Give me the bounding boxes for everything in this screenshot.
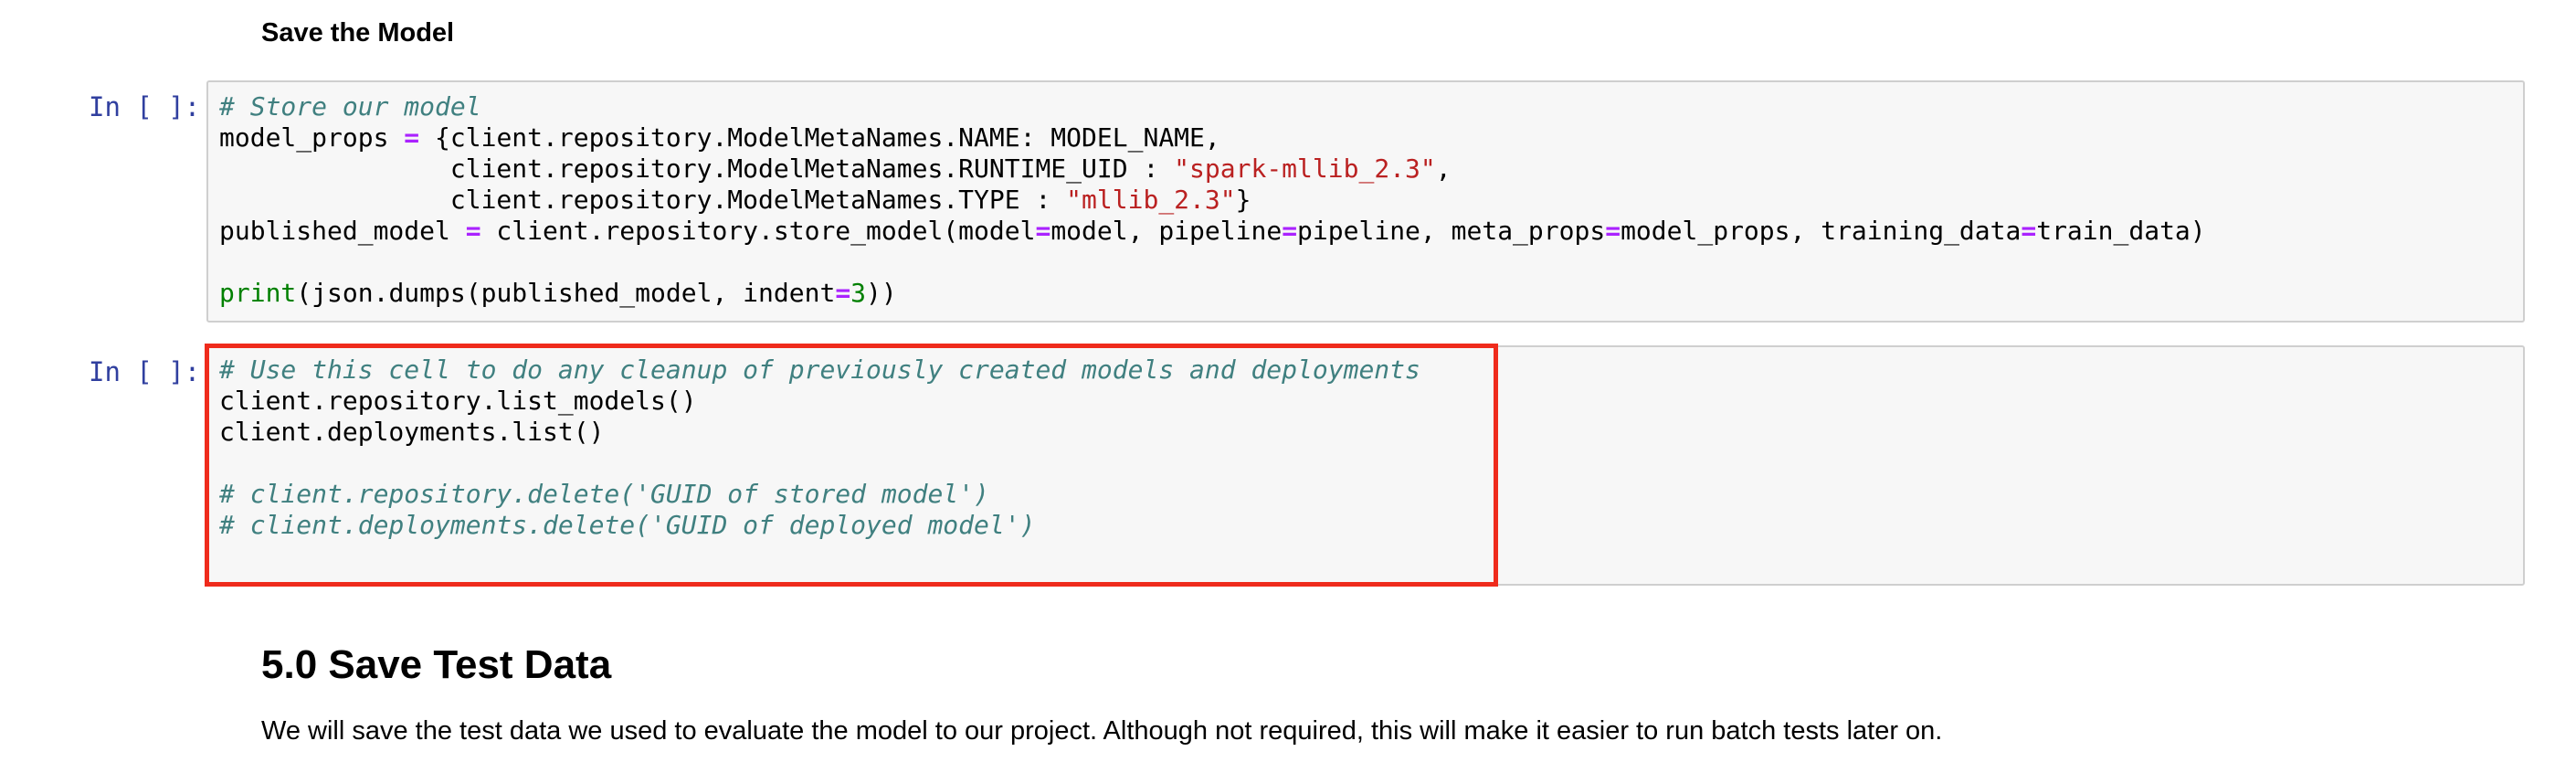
code-token: = (465, 216, 481, 246)
markdown-subheading-save-the-model: Save the Model (261, 18, 455, 48)
code-token: } (1235, 185, 1251, 215)
code-token: client.repository.ModelMetaNames.TYPE : (219, 185, 1067, 215)
code-token: train_data) (2036, 216, 2206, 246)
code-token: = (1035, 216, 1051, 246)
markdown-heading-save-test-data: 5.0 Save Test Data (261, 642, 612, 687)
code-token: published_model (219, 216, 466, 246)
code-line: client.repository.ModelMetaNames.RUNTIME… (219, 153, 1452, 184)
code-line: client.repository.ModelMetaNames.TYPE : … (219, 185, 1251, 215)
code-token: print (219, 278, 297, 308)
code-token: # Store our model (219, 91, 481, 122)
code-line: # Store our model (219, 91, 481, 122)
code-token: client.repository.ModelMetaNames.RUNTIME… (219, 153, 1175, 184)
code-cell-1-source[interactable]: # Store our model model_props = {client.… (219, 91, 2206, 309)
code-token: = (2021, 216, 2037, 246)
code-token: model, pipeline (1050, 216, 1283, 246)
cell-2-prompt: In [ ]: (89, 356, 201, 387)
code-token: model_props (219, 122, 405, 153)
code-token: client.repository.store_model(model (480, 216, 1036, 246)
code-token: 3 (850, 278, 867, 308)
code-line: model_props = {client.repository.ModelMe… (219, 122, 1220, 153)
code-token: model_props, training_data (1621, 216, 2022, 246)
markdown-paragraph: We will save the test data we used to ev… (261, 716, 1943, 746)
code-line: published_model = client.repository.stor… (219, 216, 2206, 246)
code-token: = (404, 122, 420, 153)
code-token: = (1605, 216, 1621, 246)
code-token: = (835, 278, 851, 308)
code-token: pipeline, meta_props (1297, 216, 1606, 246)
highlight-box (205, 344, 1498, 587)
code-token: = (1282, 216, 1298, 246)
code-token: )) (866, 278, 897, 308)
cell-1-prompt: In [ ]: (89, 91, 201, 122)
code-cell-store-model[interactable]: # Store our model model_props = {client.… (206, 80, 2525, 323)
code-token: "spark-mllib_2.3" (1174, 153, 1436, 184)
code-token: "mllib_2.3" (1066, 185, 1236, 215)
code-token: {client.repository.ModelMetaNames.NAME: … (419, 122, 1220, 153)
code-line: print(json.dumps(published_model, indent… (219, 278, 897, 308)
code-token: , (1435, 153, 1452, 184)
code-token: (json.dumps(published_model, indent (296, 278, 836, 308)
